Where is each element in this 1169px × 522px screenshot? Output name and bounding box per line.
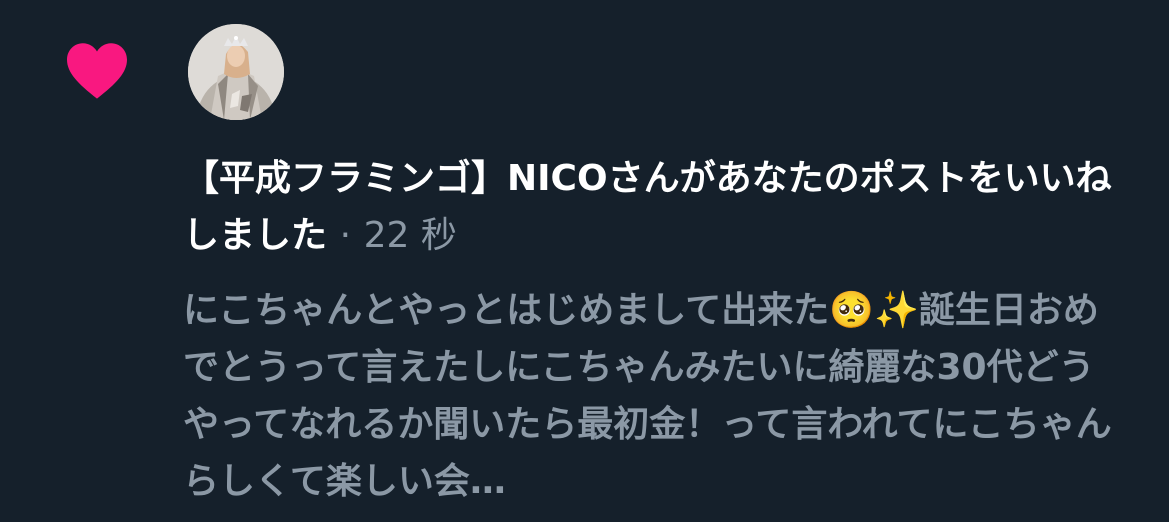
user-name[interactable]: 【平成フラミンゴ】NICO	[183, 158, 608, 199]
post-text[interactable]: にこちゃんとやっとはじめまして出来た🥺✨誕生日おめでとうって言えたしにこちゃんみ…	[183, 282, 1123, 510]
avatar-image	[188, 24, 284, 120]
notification-content[interactable]: 【平成フラミンゴ】NICOさんがあなたのポストをいいねしました · 22 秒 に…	[183, 150, 1143, 510]
like-notification[interactable]: 【平成フラミンゴ】NICOさんがあなたのポストをいいねしました · 22 秒 に…	[0, 0, 1169, 522]
separator-dot: ·	[339, 215, 352, 256]
timestamp[interactable]: 22 秒	[364, 215, 457, 256]
notification-headline: 【平成フラミンゴ】NICOさんがあなたのポストをいいねしました · 22 秒	[183, 150, 1143, 264]
heart-icon	[67, 43, 127, 99]
avatar[interactable]	[188, 24, 284, 120]
